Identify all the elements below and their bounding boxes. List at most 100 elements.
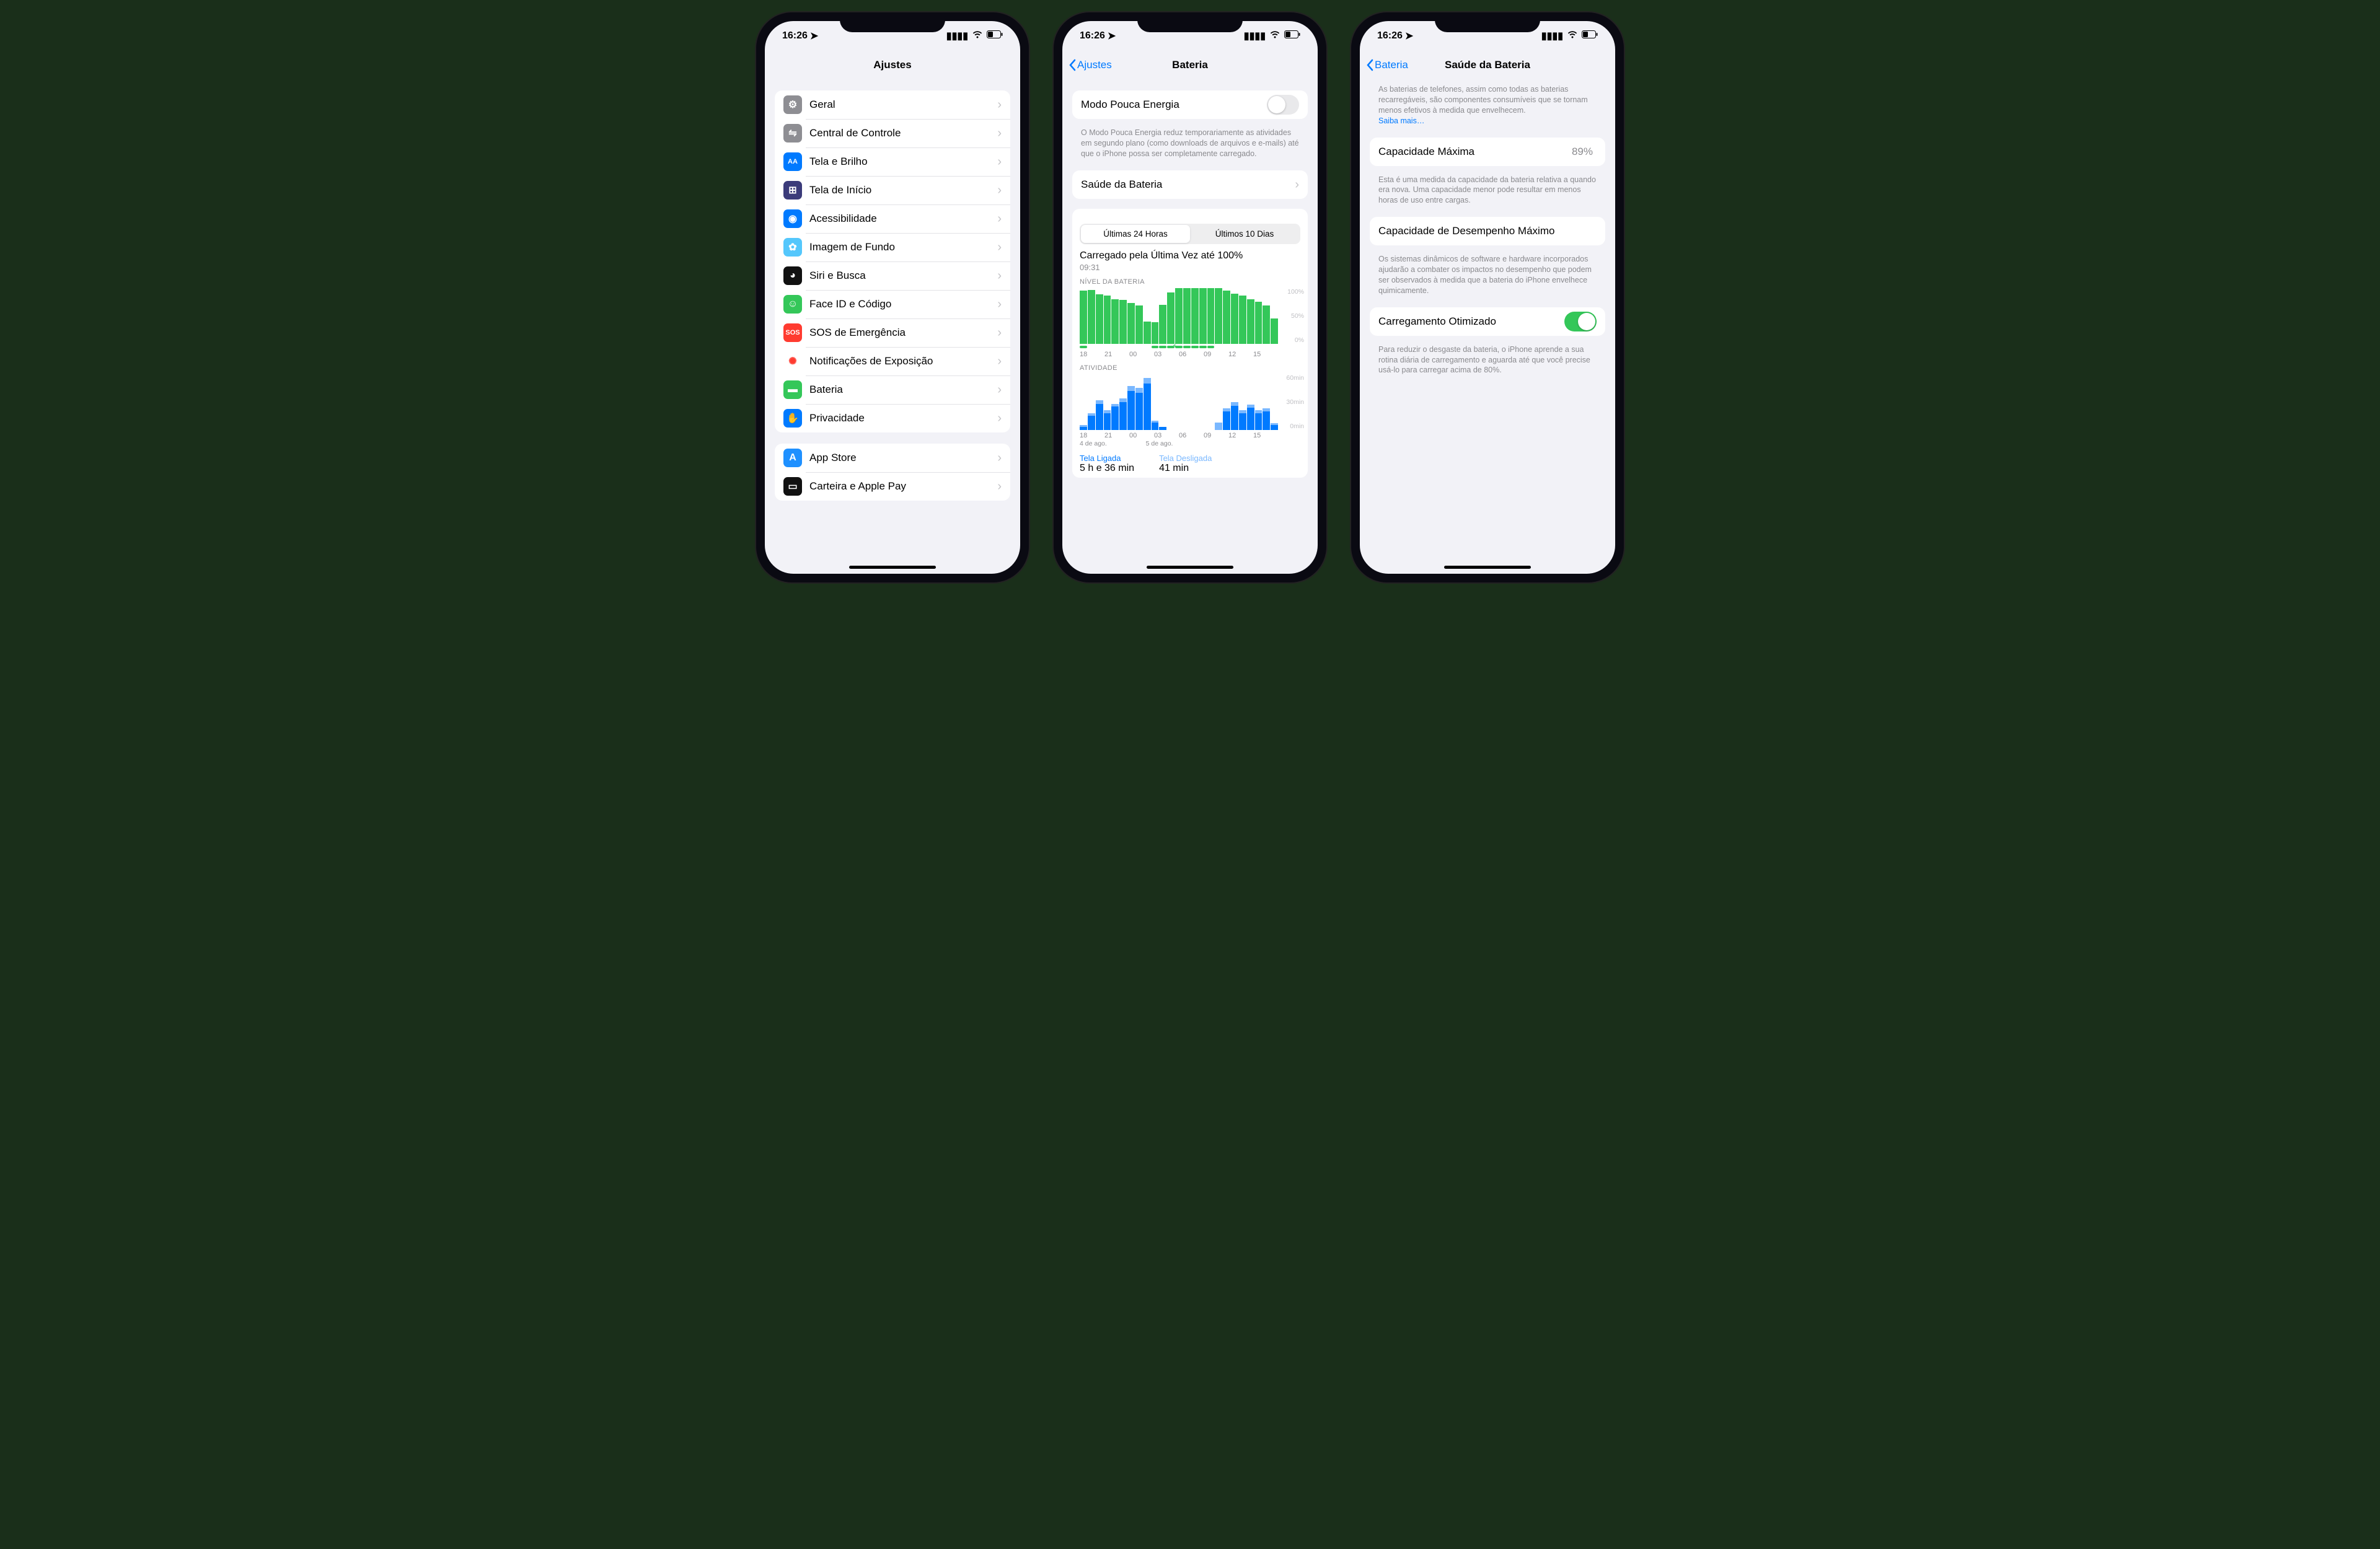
activity-chart: 60min30min0min — [1080, 374, 1300, 430]
chevron-left-icon — [1366, 59, 1373, 71]
last-charge-title: Carregado pela Última Vez até 100% — [1080, 250, 1300, 261]
settings-row-privacidade[interactable]: ✋Privacidade› — [775, 404, 1010, 432]
flower-icon: ✿ — [783, 238, 802, 257]
max-capacity-label: Capacidade Máxima — [1378, 146, 1572, 158]
x-axis: 1821000306091215 — [1080, 351, 1300, 358]
home-indicator[interactable] — [849, 566, 936, 569]
location-icon: ➤ — [810, 30, 818, 42]
max-capacity-row: Capacidade Máxima 89% — [1370, 138, 1605, 166]
settings-row-tela-e-brilho[interactable]: AATela e Brilho› — [775, 147, 1010, 176]
signal-icon: ▮▮▮▮ — [946, 30, 968, 42]
row-label: Notificações de Exposição — [809, 355, 997, 367]
time-range-segmented: Últimas 24 Horas Últimos 10 Dias — [1080, 224, 1300, 244]
page-title: Bateria — [1172, 59, 1208, 71]
optimized-charging-label: Carregamento Otimizado — [1378, 315, 1564, 328]
settings-row-acessibilidade[interactable]: ◉ Acessibilidade› — [775, 204, 1010, 233]
battery-level-caption: NÍVEL DA BATERIA — [1080, 278, 1300, 286]
settings-row-tela-de-in-cio[interactable]: ⊞ Tela de Início› — [775, 176, 1010, 204]
row-label: Siri e Busca — [809, 270, 997, 282]
clock: 16:26 — [1080, 30, 1105, 42]
iphone-frame-battery: 16:26 ➤ ▮▮▮▮ Ajustes Bateria Modo Pouca … — [1054, 12, 1326, 582]
max-capacity-desc: Esta é uma medida da capacidade da bater… — [1370, 171, 1605, 206]
siri-icon: ◕ — [783, 266, 802, 285]
chevron-right-icon: › — [997, 270, 1002, 282]
low-power-toggle[interactable] — [1267, 95, 1299, 115]
notch — [1137, 12, 1243, 32]
screen-off-value: 41 min — [1159, 463, 1212, 474]
wallet-icon: ▭ — [783, 477, 802, 496]
chevron-right-icon: › — [997, 384, 1002, 396]
row-label: App Store — [809, 452, 997, 464]
wifi-icon — [1269, 30, 1280, 42]
chevron-right-icon: › — [997, 99, 1002, 111]
virus-icon: ✺ — [783, 352, 802, 371]
person-icon: ◉ — [783, 209, 802, 228]
A-icon: A — [783, 449, 802, 467]
back-label: Ajustes — [1077, 59, 1112, 71]
settings-row-siri-e-busca[interactable]: ◕ Siri e Busca› — [775, 261, 1010, 290]
settings-row-sos-de-emerg-ncia[interactable]: SOSSOS de Emergência› — [775, 318, 1010, 347]
battery-health-row[interactable]: Saúde da Bateria › — [1072, 170, 1308, 199]
x-axis: 1821000306091215 — [1080, 432, 1300, 439]
settings-row-face-id-e-c-digo[interactable]: ☺︎Face ID e Código› — [775, 290, 1010, 318]
chevron-right-icon: › — [1295, 178, 1299, 191]
home-indicator[interactable] — [1147, 566, 1233, 569]
chevron-right-icon: › — [997, 184, 1002, 196]
back-button[interactable]: Bateria — [1366, 59, 1408, 71]
optimized-charging-toggle[interactable] — [1564, 312, 1597, 331]
signal-icon: ▮▮▮▮ — [1541, 30, 1563, 42]
lightning-icon: ⚡︎ — [1173, 342, 1178, 350]
nav-bar: Ajustes Bateria — [1062, 51, 1318, 79]
row-label: Bateria — [809, 384, 997, 396]
settings-row-central-de-controle[interactable]: ⇋Central de Controle› — [775, 119, 1010, 147]
chevron-right-icon: › — [997, 412, 1002, 424]
hand-icon: ✋ — [783, 409, 802, 428]
chevron-right-icon: › — [997, 298, 1002, 310]
screen-off-label: Tela Desligada — [1159, 454, 1212, 463]
battery-usage-panel: Últimas 24 Horas Últimos 10 Dias Carrega… — [1072, 209, 1308, 478]
home-indicator[interactable] — [1444, 566, 1531, 569]
activity-caption: ATIVIDADE — [1080, 364, 1300, 372]
SOS-icon: SOS — [783, 323, 802, 342]
settings-row-carteira-e-apple-pay[interactable]: ▭Carteira e Apple Pay› — [775, 472, 1010, 501]
switches-icon: ⇋ — [783, 124, 802, 143]
max-capacity-value: 89% — [1572, 146, 1593, 158]
back-button[interactable]: Ajustes — [1069, 59, 1112, 71]
nav-bar: Ajustes — [765, 51, 1020, 79]
iphone-frame-battery-health: 16:26 ➤ ▮▮▮▮ Bateria Saúde da Bateria As… — [1351, 12, 1624, 582]
gear-icon: ⚙︎ — [783, 95, 802, 114]
low-power-description: O Modo Pouca Energia reduz temporariamen… — [1072, 124, 1308, 159]
peak-performance-desc: Os sistemas dinâmicos de software e hard… — [1370, 250, 1605, 296]
chevron-right-icon: › — [997, 241, 1002, 253]
chevron-right-icon: › — [997, 127, 1002, 139]
settings-row-geral[interactable]: ⚙︎ Geral› — [775, 90, 1010, 119]
settings-row-app-store[interactable]: AApp Store› — [775, 444, 1010, 472]
signal-icon: ▮▮▮▮ — [1244, 30, 1266, 42]
seg-24h[interactable]: Últimas 24 Horas — [1081, 225, 1190, 243]
peak-performance-label: Capacidade de Desempenho Máximo — [1378, 225, 1597, 237]
row-label: Face ID e Código — [809, 298, 997, 310]
settings-row-notifica-es-de-exposi-o[interactable]: ✺Notificações de Exposição› — [775, 347, 1010, 375]
iphone-frame-settings: 16:26 ➤ ▮▮▮▮ Ajustes ⚙︎Geral›⇋Central de… — [756, 12, 1029, 582]
row-label: Tela de Início — [809, 184, 997, 196]
low-power-mode-row: Modo Pouca Energia — [1072, 90, 1308, 119]
notch — [840, 12, 945, 32]
chevron-right-icon: › — [997, 480, 1002, 493]
grid-icon: ⊞ — [783, 181, 802, 200]
row-label: Acessibilidade — [809, 213, 997, 225]
intro-text: As baterias de telefones, assim como tod… — [1370, 79, 1605, 126]
settings-row-imagem-de-fundo[interactable]: ✿Imagem de Fundo› — [775, 233, 1010, 261]
learn-more-link[interactable]: Saiba mais… — [1378, 116, 1424, 125]
notch — [1435, 12, 1540, 32]
page-title: Saúde da Bateria — [1445, 59, 1530, 71]
location-icon: ➤ — [1108, 30, 1116, 42]
settings-row-bateria[interactable]: ▬Bateria› — [775, 375, 1010, 404]
battery-icon — [987, 30, 1003, 42]
seg-10d[interactable]: Últimos 10 Dias — [1190, 225, 1299, 243]
battery-health-label: Saúde da Bateria — [1081, 178, 1295, 191]
peak-performance-row[interactable]: Capacidade de Desempenho Máximo — [1370, 217, 1605, 245]
chevron-left-icon — [1069, 59, 1076, 71]
last-charge-time: 09:31 — [1080, 263, 1300, 272]
chevron-right-icon: › — [997, 213, 1002, 225]
row-label: Geral — [809, 99, 997, 111]
